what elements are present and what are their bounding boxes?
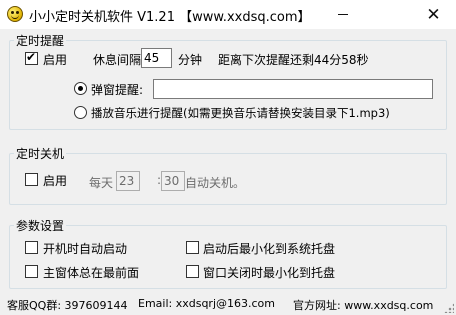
minimize-on-close-checkbox[interactable] — [186, 265, 199, 278]
title-bar: 小小定时关机软件 V1.21 【www.xxdsq.com】 ✕ — [0, 0, 456, 29]
daily-label: 每天 — [89, 176, 114, 190]
always-on-top-checkbox[interactable] — [25, 265, 38, 278]
interval-unit-label: 分钟 — [178, 53, 203, 67]
email-text: Email: xxdsqrj@163.com — [138, 297, 276, 310]
auto-shutdown-label: 自动关机。 — [185, 176, 246, 190]
close-button[interactable]: ✕ — [411, 0, 456, 29]
close-icon: ✕ — [426, 4, 441, 25]
resize-grip-icon[interactable] — [444, 303, 454, 313]
status-bar: 客服QQ群: 397609144 Email: xxdsqrj@163.com … — [0, 295, 456, 315]
smiley-face-icon — [7, 6, 23, 22]
countdown-text: 距离下次提醒还剩44分58秒 — [218, 53, 369, 67]
reminder-enable-label[interactable]: 启用 — [43, 51, 67, 68]
settings-group-title: 参数设置 — [14, 217, 67, 234]
interval-label: 休息间隔 — [93, 53, 142, 67]
autostart-label[interactable]: 开机时自动启动 — [43, 240, 127, 257]
reminder-group-title: 定时提醒 — [14, 32, 67, 49]
qq-group-text: 客服QQ群: 397609144 — [7, 299, 128, 312]
shutdown-group-title: 定时关机 — [14, 145, 67, 162]
minimize-on-close-label[interactable]: 窗口关闭时最小化到托盘 — [203, 264, 335, 281]
always-on-top-label[interactable]: 主窗体总在最前面 — [43, 264, 139, 281]
shutdown-minute-input[interactable] — [161, 171, 185, 191]
popup-reminder-radio[interactable] — [74, 82, 87, 95]
music-reminder-label[interactable]: 播放音乐进行提醒(如需更换音乐请替换安装目录下1.mp3) — [91, 105, 390, 121]
shutdown-hour-input[interactable] — [116, 171, 140, 191]
autostart-checkbox[interactable] — [25, 241, 38, 254]
minimize-button[interactable] — [320, 0, 365, 29]
shutdown-enable-checkbox[interactable] — [25, 173, 38, 186]
minimize-on-start-checkbox[interactable] — [186, 241, 199, 254]
music-reminder-radio[interactable] — [74, 106, 87, 119]
window-title: 小小定时关机软件 V1.21 【www.xxdsq.com】 — [29, 10, 311, 25]
reminder-enable-checkbox[interactable] — [25, 50, 38, 65]
popup-message-input[interactable] — [153, 79, 433, 99]
minimize-on-start-label[interactable]: 启动后最小化到系统托盘 — [203, 240, 335, 257]
shutdown-enable-label[interactable]: 启用 — [43, 172, 67, 189]
website-text[interactable]: 官方网址: www.xxdsq.com — [293, 297, 433, 313]
minimize-icon — [337, 14, 348, 15]
interval-input[interactable] — [141, 48, 172, 68]
popup-reminder-label[interactable]: 弹窗提醒: — [91, 81, 143, 98]
